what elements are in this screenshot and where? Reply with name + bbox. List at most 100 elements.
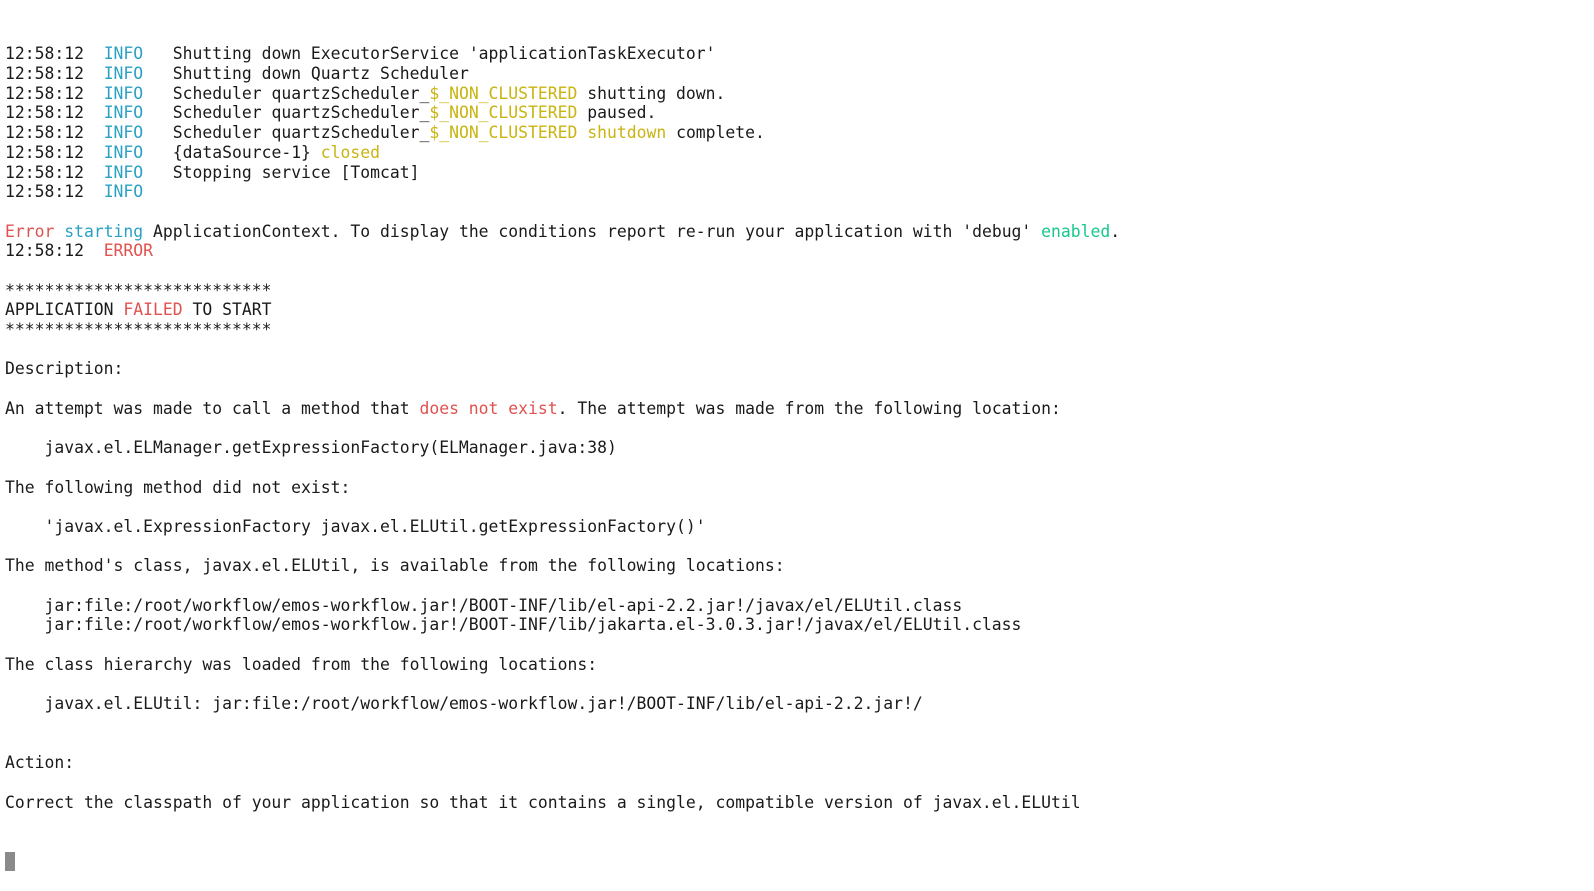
terminal-output: 12:58:12 INFO Shutting down ExecutorServ… bbox=[5, 44, 1594, 812]
log-text: 12:58:12 bbox=[5, 64, 104, 84]
log-text: shutting down. bbox=[577, 83, 726, 103]
terminal-line: Action: bbox=[5, 753, 1594, 773]
log-text: Scheduler quartzScheduler_ bbox=[143, 83, 430, 103]
log-text: *************************** bbox=[5, 320, 272, 340]
log-text: 12:58:12 bbox=[5, 44, 104, 64]
terminal-line: jar:file:/root/workflow/emos-workflow.ja… bbox=[5, 596, 1594, 616]
terminal-line: 12:58:12 INFO Stopping service [Tomcat] bbox=[5, 163, 1594, 183]
log-text: The method's class, javax.el.ELUtil, is … bbox=[5, 556, 785, 576]
error-text: Error bbox=[5, 221, 55, 241]
text-cursor bbox=[5, 851, 15, 871]
log-level-info: INFO bbox=[103, 142, 144, 162]
terminal-line: 12:58:12 INFO Scheduler quartzScheduler_… bbox=[5, 103, 1594, 123]
log-text: 12:58:12 bbox=[5, 83, 104, 103]
highlight-text: enabled bbox=[1041, 221, 1111, 241]
log-text: An attempt was made to call a method tha… bbox=[5, 398, 420, 418]
log-text: 12:58:12 bbox=[5, 241, 104, 261]
log-level-info: INFO bbox=[103, 64, 144, 84]
log-text: complete. bbox=[666, 123, 765, 143]
highlight-text: $_NON_CLUSTERED bbox=[429, 123, 578, 143]
log-text: 12:58:12 bbox=[5, 182, 104, 202]
log-text: jar:file:/root/workflow/emos-workflow.ja… bbox=[5, 615, 1022, 635]
terminal-line: 12:58:12 INFO Shutting down ExecutorServ… bbox=[5, 44, 1594, 64]
terminal-line: The class hierarchy was loaded from the … bbox=[5, 655, 1594, 675]
error-text: FAILED bbox=[123, 300, 183, 320]
log-level-info: starting bbox=[64, 221, 144, 241]
log-text: jar:file:/root/workflow/emos-workflow.ja… bbox=[5, 595, 963, 615]
log-text: Stopping service [Tomcat] bbox=[143, 162, 420, 182]
log-text: *************************** bbox=[5, 280, 272, 300]
log-text: 12:58:12 bbox=[5, 103, 104, 123]
log-text: Scheduler quartzScheduler_ bbox=[143, 123, 430, 143]
log-text: javax.el.ELManager.getExpressionFactory(… bbox=[5, 438, 617, 458]
terminal-line: 12:58:12 INFO bbox=[5, 182, 1594, 202]
terminal-line: 12:58:12 INFO {dataSource-1} closed bbox=[5, 143, 1594, 163]
terminal-line: Description: bbox=[5, 359, 1594, 379]
log-level-info: INFO bbox=[103, 83, 144, 103]
terminal-line: 'javax.el.ExpressionFactory javax.el.ELU… bbox=[5, 517, 1594, 537]
terminal-line: *************************** bbox=[5, 320, 1594, 340]
highlight-text: shutdown bbox=[587, 123, 667, 143]
highlight-text: $_NON_CLUSTERED bbox=[429, 103, 578, 123]
error-text: ERROR bbox=[103, 241, 154, 261]
terminal-line: Error starting ApplicationContext. To di… bbox=[5, 222, 1594, 242]
log-text: TO START bbox=[182, 300, 272, 320]
log-level-info: INFO bbox=[103, 182, 144, 202]
log-text: APPLICATION bbox=[5, 300, 124, 320]
log-level-info: INFO bbox=[103, 103, 144, 123]
terminal-line: 12:58:12 INFO Scheduler quartzScheduler_… bbox=[5, 123, 1594, 143]
terminal-line: jar:file:/root/workflow/emos-workflow.ja… bbox=[5, 615, 1594, 635]
log-text: Action: bbox=[5, 753, 75, 773]
terminal-line: An attempt was made to call a method tha… bbox=[5, 399, 1594, 419]
log-text: . bbox=[1110, 221, 1121, 241]
log-text: 12:58:12 bbox=[5, 142, 104, 162]
log-text: Description: bbox=[5, 359, 124, 379]
highlight-text: closed bbox=[320, 142, 381, 162]
log-text: The class hierarchy was loaded from the … bbox=[5, 654, 598, 674]
log-text: Scheduler quartzScheduler_ bbox=[143, 103, 430, 123]
log-text: ApplicationContext. To display the condi… bbox=[143, 221, 1042, 241]
prompt-line[interactable] bbox=[5, 851, 1594, 872]
highlight-text: $_NON_CLUSTERED bbox=[429, 83, 578, 103]
log-text: 'javax.el.ExpressionFactory javax.el.ELU… bbox=[5, 516, 706, 536]
log-level-info: INFO bbox=[103, 123, 144, 143]
terminal-line: javax.el.ELManager.getExpressionFactory(… bbox=[5, 438, 1594, 458]
terminal-line: APPLICATION FAILED TO START bbox=[5, 300, 1594, 320]
log-text: Shutting down ExecutorService 'applicati… bbox=[143, 44, 716, 64]
log-text: paused. bbox=[577, 103, 657, 123]
log-text: javax.el.ELUtil: jar:file:/root/workflow… bbox=[5, 694, 923, 714]
terminal-line: 12:58:12 INFO Scheduler quartzScheduler_… bbox=[5, 84, 1594, 104]
log-level-info: INFO bbox=[103, 44, 144, 64]
log-level-info: INFO bbox=[103, 162, 144, 182]
log-text: The following method did not exist: bbox=[5, 477, 351, 497]
error-text: does not exist bbox=[419, 398, 558, 418]
log-text: Shutting down Quartz Scheduler bbox=[143, 64, 469, 84]
log-text: Correct the classpath of your applicatio… bbox=[5, 792, 1081, 812]
terminal-line: The following method did not exist: bbox=[5, 478, 1594, 498]
terminal-window[interactable]: 12:58:12 INFO Shutting down ExecutorServ… bbox=[0, 0, 1594, 871]
log-text: 12:58:12 bbox=[5, 162, 104, 182]
terminal-line: Correct the classpath of your applicatio… bbox=[5, 793, 1594, 813]
log-text: . The attempt was made from the followin… bbox=[557, 398, 1061, 418]
terminal-line: 12:58:12 ERROR bbox=[5, 241, 1594, 261]
terminal-line: *************************** bbox=[5, 281, 1594, 301]
terminal-line: javax.el.ELUtil: jar:file:/root/workflow… bbox=[5, 694, 1594, 714]
terminal-line: The method's class, javax.el.ELUtil, is … bbox=[5, 556, 1594, 576]
log-text: {dataSource-1} bbox=[143, 142, 321, 162]
